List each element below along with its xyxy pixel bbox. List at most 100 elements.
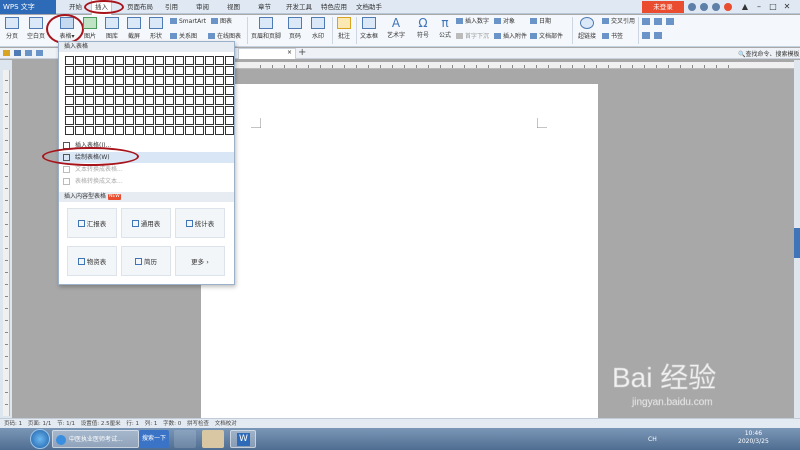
grid-cell[interactable] [135,66,144,75]
grid-cell[interactable] [175,56,184,65]
template-statistics[interactable]: 统计表 [175,208,225,238]
grid-cell[interactable] [145,66,154,75]
menu-view[interactable]: 视图 [224,0,243,14]
grid-cell[interactable] [175,76,184,85]
grid-cell[interactable] [165,76,174,85]
expand-icon[interactable]: ▲ [740,2,750,12]
grid-cell[interactable] [185,126,194,135]
template-resume[interactable]: 简历 [121,246,171,276]
grid-cell[interactable] [115,76,124,85]
template-materials[interactable]: 物资表 [67,246,117,276]
wordart-button[interactable]: A 艺术字 [384,16,408,46]
grid-cell[interactable] [215,66,224,75]
grid-cell[interactable] [215,106,224,115]
date-button[interactable]: 日期 [530,17,551,26]
grid-cell[interactable] [75,96,84,105]
menu-home[interactable]: 开始 [66,0,85,14]
grid-cell[interactable] [145,106,154,115]
grid-cell[interactable] [105,56,114,65]
grid-cell[interactable] [205,96,214,105]
grid-cell[interactable] [155,106,164,115]
relation-button[interactable]: 关系图 [170,32,197,41]
document-page[interactable] [201,84,598,420]
grid-cell[interactable] [75,56,84,65]
grid-cell[interactable] [85,76,94,85]
grid-cell[interactable] [85,66,94,75]
ribbon-extra-icon[interactable] [654,32,662,39]
grid-cell[interactable] [155,66,164,75]
grid-cell[interactable] [175,96,184,105]
grid-cell[interactable] [155,56,164,65]
grid-cell[interactable] [75,126,84,135]
grid-cell[interactable] [165,86,174,95]
grid-cell[interactable] [155,96,164,105]
grid-cell[interactable] [225,116,234,125]
grid-cell[interactable] [225,66,234,75]
watermark-button[interactable]: 水印 [308,16,328,46]
menu-page-layout[interactable]: 页面布局 [124,0,156,14]
grid-cell[interactable] [115,106,124,115]
template-report[interactable]: 汇报表 [67,208,117,238]
print-icon[interactable] [25,50,32,56]
scrollbar-thumb[interactable] [794,228,800,258]
grid-cell[interactable] [85,116,94,125]
grid-cell[interactable] [165,96,174,105]
grid-cell[interactable] [135,86,144,95]
menu-reference[interactable]: 引用 [162,0,181,14]
grid-cell[interactable] [125,86,134,95]
grid-cell[interactable] [135,96,144,105]
object-button[interactable]: 对象 [494,17,515,26]
grid-cell[interactable] [225,96,234,105]
grid-cell[interactable] [225,106,234,115]
grid-cell[interactable] [185,96,194,105]
grid-cell[interactable] [185,116,194,125]
grid-cell[interactable] [85,56,94,65]
grid-cell[interactable] [195,116,204,125]
skin-icon[interactable] [688,3,696,11]
ribbon-extra-icon[interactable] [654,18,662,25]
grid-cell[interactable] [95,116,104,125]
login-button[interactable]: 未登录 [642,1,684,13]
grid-cell[interactable] [95,66,104,75]
grid-cell[interactable] [75,106,84,115]
first-char-button[interactable]: 首字下沉 [456,32,489,41]
grid-cell[interactable] [175,126,184,135]
grid-cell[interactable] [205,66,214,75]
grid-cell[interactable] [125,66,134,75]
grid-cell[interactable] [65,76,74,85]
grid-cell[interactable] [65,126,74,135]
grid-cell[interactable] [125,106,134,115]
grid-cell[interactable] [225,56,234,65]
feedback-icon[interactable] [724,3,732,11]
grid-cell[interactable] [115,66,124,75]
settings-icon[interactable] [700,3,708,11]
grid-cell[interactable] [65,66,74,75]
table-to-text-item[interactable]: 表格转换成文本... [59,176,234,187]
grid-cell[interactable] [65,86,74,95]
grid-cell[interactable] [65,116,74,125]
grid-cell[interactable] [215,126,224,135]
help-icon[interactable] [712,3,720,11]
menu-features[interactable]: 特色应用 [318,0,350,14]
grid-cell[interactable] [85,96,94,105]
undo-icon[interactable] [36,50,43,56]
grid-cell[interactable] [95,56,104,65]
grid-cell[interactable] [225,76,234,85]
grid-cell[interactable] [135,76,144,85]
grid-cell[interactable] [205,116,214,125]
command-search[interactable]: 🔍查找命令、搜索模板 [738,49,800,58]
grid-cell[interactable] [215,86,224,95]
grid-cell[interactable] [75,76,84,85]
grid-cell[interactable] [165,126,174,135]
grid-cell[interactable] [205,126,214,135]
grid-cell[interactable] [175,66,184,75]
tab-close-icon[interactable]: × [287,49,292,56]
status-spell[interactable]: 拼写检查 [187,421,209,427]
bookmark-button[interactable]: 书签 [602,32,623,41]
grid-cell[interactable] [185,106,194,115]
grid-cell[interactable] [145,76,154,85]
grid-cell[interactable] [215,76,224,85]
grid-cell[interactable] [135,116,144,125]
chart-button[interactable]: 图表 [211,17,232,26]
taskbar-explorer-icon[interactable] [202,430,224,448]
